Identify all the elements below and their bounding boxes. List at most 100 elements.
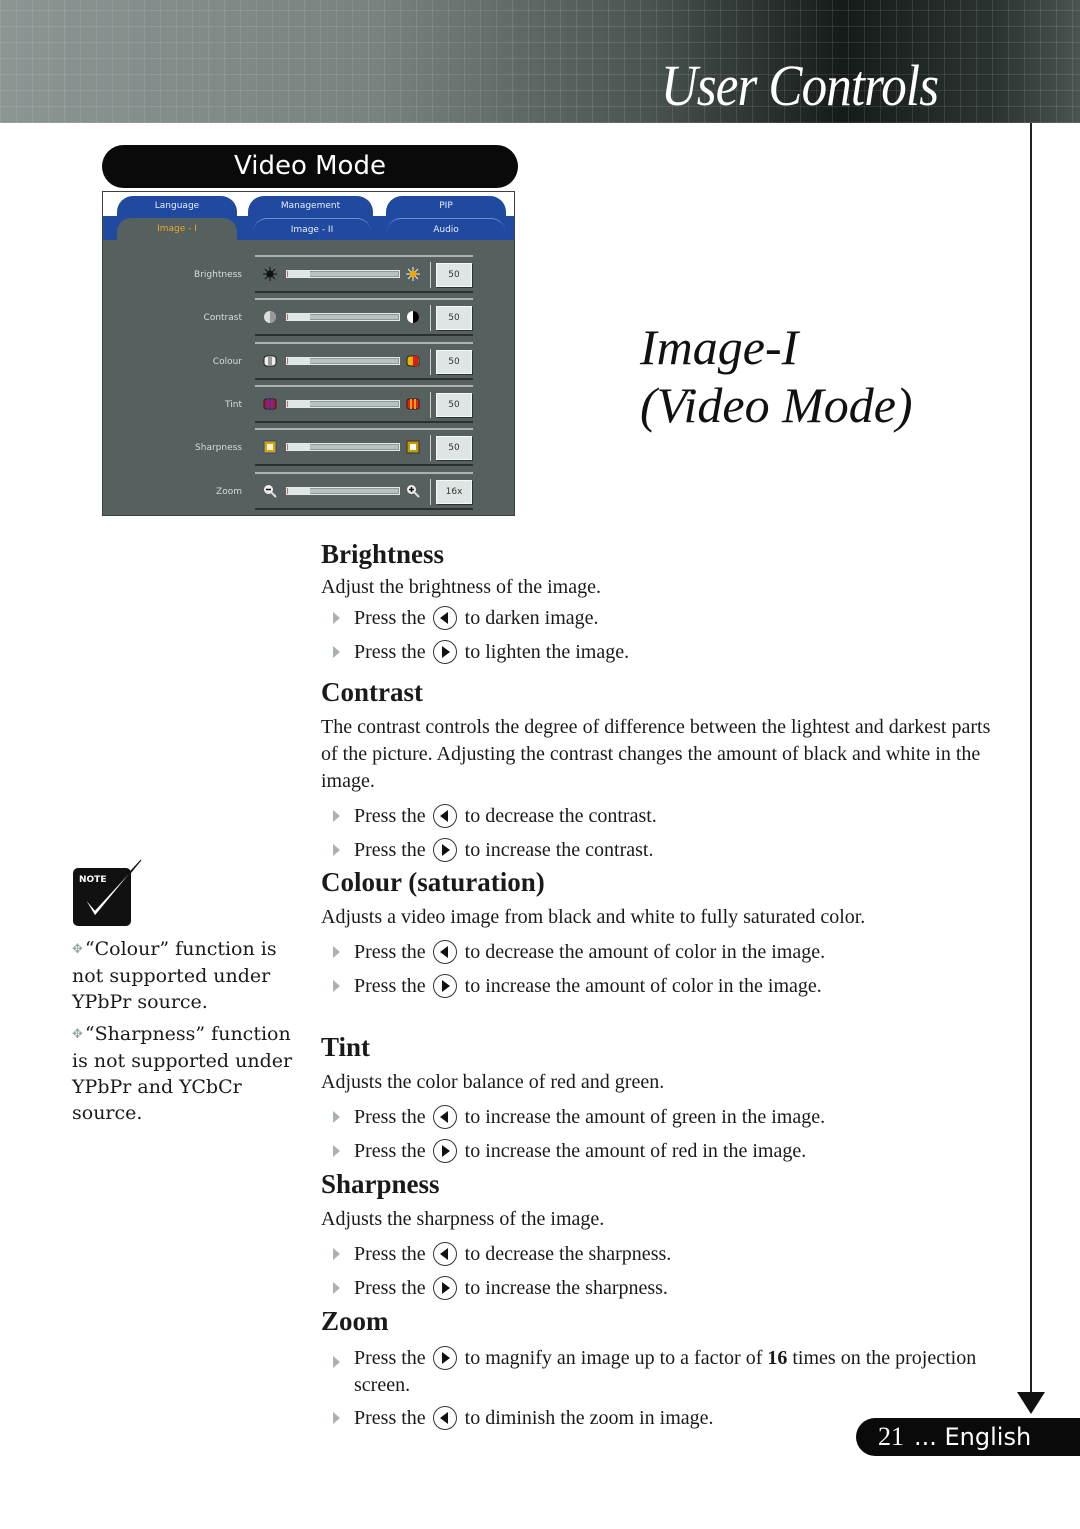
- tab-image-i[interactable]: Image - I: [117, 218, 237, 240]
- osd-row-contrast[interactable]: Contrast 50: [103, 298, 514, 337]
- osd-value: 16x: [436, 479, 472, 504]
- page-number: 21: [878, 1422, 904, 1451]
- section-sharpness: Sharpness Adjusts the sharpness of the i…: [321, 1168, 1011, 1305]
- section-tint: Tint Adjusts the color balance of red an…: [321, 1031, 1011, 1168]
- slider-fill: [287, 357, 311, 364]
- osd-value: 50: [436, 349, 472, 374]
- osd-slider[interactable]: [286, 313, 400, 322]
- margin-rule: [1030, 123, 1032, 1395]
- section-contrast: Contrast The contrast controls the degre…: [321, 676, 1011, 867]
- section-zoom: Zoom Press the to magnify an image up to…: [321, 1305, 1001, 1435]
- section-heading: Sharpness: [321, 1169, 440, 1199]
- page-title-line1: Image-I: [640, 319, 799, 375]
- osd-row-label: Tint: [225, 399, 242, 410]
- bullet-item: Press the to increase the contrast.: [321, 833, 1011, 867]
- mode-label: Video Mode: [102, 145, 518, 188]
- bullet-icon: [333, 1111, 340, 1123]
- bullet-item: Press the to decrease the amount of colo…: [321, 935, 1011, 969]
- right-button-icon: [432, 1139, 457, 1163]
- slider-fill: [287, 487, 311, 494]
- right-button-icon: [432, 1346, 457, 1370]
- osd-value: 50: [436, 306, 472, 331]
- osd-slider[interactable]: [286, 443, 400, 452]
- contrast-low-icon[interactable]: [263, 310, 277, 324]
- note-badge-label: NOTE: [79, 875, 106, 885]
- bullet-icon: [333, 1145, 340, 1157]
- bullet-item: Press the to magnify an image up to a fa…: [321, 1341, 1001, 1399]
- section-desc: Adjusts the sharpness of the image.: [321, 1208, 605, 1230]
- bullet-icon: [333, 946, 340, 958]
- zoom-out-icon[interactable]: [263, 484, 277, 498]
- bullet-item: Press the to increase the amount of red …: [321, 1134, 1011, 1168]
- osd-value: 50: [436, 263, 472, 287]
- section-heading: Brightness: [321, 539, 445, 569]
- left-button-icon: [432, 804, 457, 828]
- osd-row-sharpness[interactable]: Sharpness 50: [103, 428, 514, 467]
- osd-slider[interactable]: [286, 399, 400, 408]
- right-button-icon: [432, 974, 457, 998]
- header-banner: User Controls: [0, 0, 1080, 123]
- bullet-icon: [333, 1356, 340, 1368]
- bullet-icon: [333, 844, 340, 856]
- osd-row-tint[interactable]: Tint 50: [103, 384, 514, 424]
- osd-row-label: Colour: [212, 356, 242, 367]
- osd-slider[interactable]: [286, 486, 400, 495]
- osd-menu: Language Management PIP Image - I Image …: [102, 191, 515, 516]
- osd-row-colour[interactable]: Colour 50: [103, 341, 514, 381]
- colour-gray-icon[interactable]: [263, 354, 277, 368]
- section-heading: Tint: [321, 1032, 371, 1062]
- sharpness-sharp-icon[interactable]: [406, 440, 420, 454]
- osd-value: 50: [436, 436, 472, 461]
- note-item: ✥ “Sharpness” function is not supported u…: [72, 1023, 293, 1124]
- note-check-icon: NOTE: [73, 859, 142, 926]
- diamond-bullet-icon: ✥: [72, 942, 83, 957]
- section-heading: Contrast: [321, 677, 423, 707]
- sharpness-soft-icon[interactable]: [263, 440, 277, 454]
- osd-settings: Brightness 50 Contrast 50 Colour 50 Tint 50 Shar…: [103, 240, 514, 515]
- page-title-line2: (Video Mode): [640, 377, 913, 433]
- left-button-icon: [432, 1406, 457, 1430]
- tint-green-icon[interactable]: [263, 397, 277, 411]
- osd-row-label: Zoom: [216, 486, 242, 497]
- osd-value: 50: [436, 392, 472, 417]
- osd-row-zoom[interactable]: Zoom 16x: [103, 471, 514, 511]
- section-desc: Adjusts a video image from black and whi…: [321, 906, 866, 928]
- slider-fill: [287, 271, 311, 277]
- tab-audio[interactable]: Audio: [387, 218, 505, 241]
- left-button-icon: [432, 1105, 457, 1129]
- osd-row-brightness[interactable]: Brightness 50: [103, 255, 514, 294]
- bullet-item: Press the to increase the amount of colo…: [321, 969, 1011, 1003]
- osd-slider[interactable]: [286, 270, 400, 278]
- bullet-item: Press the to increase the sharpness.: [321, 1271, 1011, 1305]
- osd-row-label: Contrast: [203, 313, 242, 324]
- sun-dark-icon[interactable]: [263, 267, 277, 281]
- note-item: ✥ “Colour” function is not supported unde…: [72, 938, 277, 1013]
- osd-slider[interactable]: [286, 356, 400, 365]
- section-desc: The contrast controls the degree of diff…: [321, 716, 991, 792]
- slider-fill: [287, 444, 311, 451]
- sun-bright-icon[interactable]: [406, 267, 420, 281]
- contrast-high-icon[interactable]: [406, 310, 420, 324]
- bullet-icon: [333, 612, 340, 624]
- diamond-bullet-icon: ✥: [72, 1027, 83, 1042]
- colour-saturated-icon[interactable]: [406, 354, 420, 368]
- osd-row-label: Sharpness: [195, 443, 242, 454]
- bullet-icon: [333, 1248, 340, 1260]
- tab-pip[interactable]: PIP: [386, 196, 506, 218]
- section-heading: Colour (saturation): [321, 867, 545, 897]
- bullet-icon: [333, 1412, 340, 1424]
- slider-fill: [287, 314, 311, 321]
- section-desc: Adjust the brightness of the image.: [321, 576, 601, 598]
- bullet-icon: [333, 980, 340, 992]
- bullet-icon: [333, 646, 340, 658]
- tab-image-ii[interactable]: Image - II: [253, 218, 371, 241]
- zoom-in-icon[interactable]: [406, 484, 420, 498]
- right-button-icon: [432, 838, 457, 862]
- left-button-icon: [432, 940, 457, 964]
- tab-management[interactable]: Management: [248, 196, 373, 218]
- tab-language[interactable]: Language: [117, 196, 237, 218]
- tint-red-icon[interactable]: [406, 397, 420, 411]
- bullet-item: Press the to lighten the image.: [321, 635, 1011, 669]
- right-button-icon: [432, 1276, 457, 1300]
- note-text: ✥ “Colour” function is not supported unde…: [72, 936, 297, 1132]
